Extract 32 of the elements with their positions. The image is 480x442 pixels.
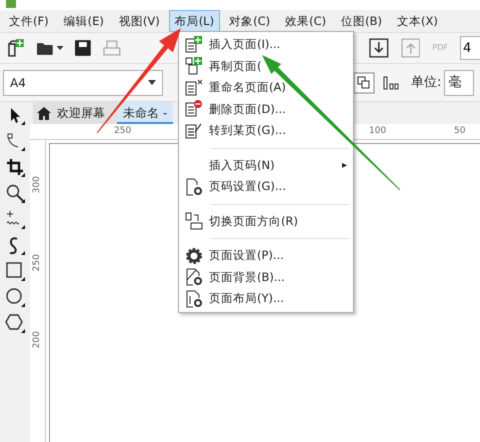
document-tab[interactable]: 欢迎屏幕 bbox=[51, 102, 117, 124]
unit-label: 单位: bbox=[411, 74, 442, 92]
ruler-number: 300 bbox=[30, 176, 43, 194]
menu-item[interactable]: 页面设置(P)... bbox=[209, 247, 284, 264]
unit-dropdown[interactable]: 毫 bbox=[444, 70, 474, 96]
menu-item[interactable]: 对象(C) bbox=[223, 10, 276, 32]
menu-item[interactable]: 文件(F) bbox=[3, 10, 55, 32]
ruler-number: 50 bbox=[454, 125, 466, 138]
ruler-number: 250 bbox=[114, 125, 132, 138]
menu-item[interactable]: 删除页面(D)... bbox=[209, 100, 286, 118]
menu-item[interactable]: 页码设置(G)... bbox=[209, 178, 286, 196]
page-size-dropdown[interactable]: A4 bbox=[3, 70, 163, 96]
menu-item[interactable]: 转到某页(G)... bbox=[209, 122, 286, 140]
menu-item[interactable]: 再制页面( bbox=[209, 58, 262, 75]
ruler-number: 200 bbox=[30, 331, 43, 348]
menu-item[interactable]: 文本(X) bbox=[390, 10, 444, 32]
menu-item[interactable]: 位图(B) bbox=[335, 10, 388, 32]
menu-item[interactable]: 切换页面方向(R) bbox=[209, 212, 298, 230]
submenu-arrow-icon: ▸ bbox=[342, 158, 347, 173]
zoom-field[interactable]: 4 bbox=[460, 36, 480, 60]
menu-item[interactable]: 重命名页面(A) bbox=[209, 79, 286, 96]
menu-item[interactable]: 插入页面(I)... bbox=[209, 36, 280, 54]
menu-item[interactable]: 编辑(E) bbox=[58, 10, 110, 32]
ruler-number: 250 bbox=[30, 254, 43, 271]
menu-item[interactable]: 页面背景(B)... bbox=[209, 268, 285, 286]
menu-item[interactable]: 视图(V) bbox=[112, 10, 166, 32]
menu-item[interactable]: 效果(C) bbox=[279, 10, 332, 32]
document-tab[interactable]: 未命名 - bbox=[117, 102, 174, 124]
menu-item[interactable]: 布局(L) bbox=[168, 10, 220, 32]
menu-item[interactable]: 页面布局(Y)... bbox=[209, 290, 284, 308]
ruler-number: 100 bbox=[369, 125, 386, 138]
menu-item[interactable]: 插入页码(N) bbox=[209, 156, 275, 174]
